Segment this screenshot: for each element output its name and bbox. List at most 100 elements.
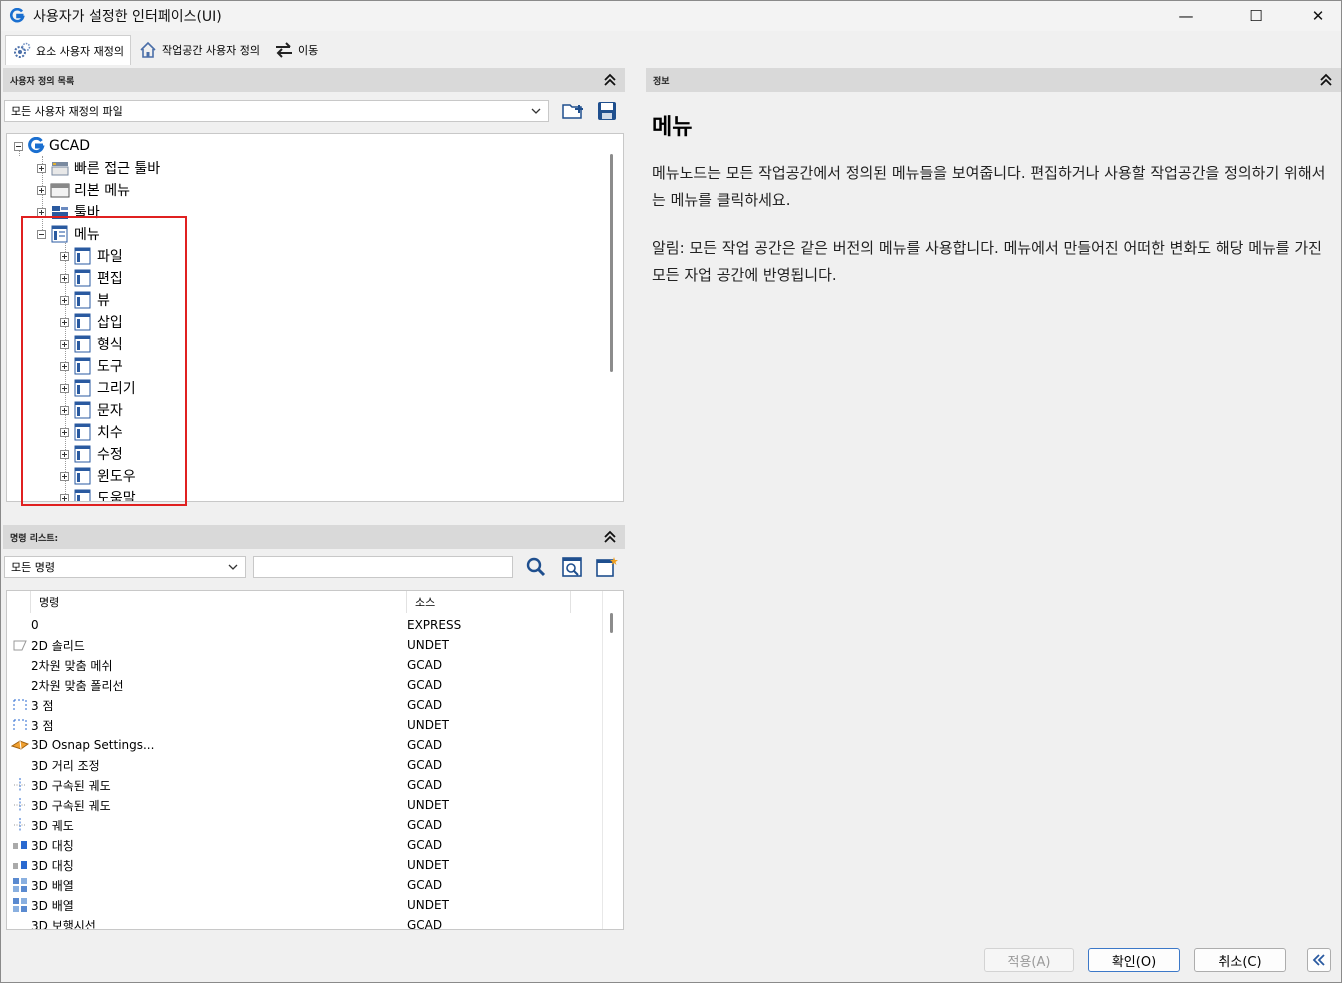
- command-row[interactable]: 3 점 GCAD: [7, 695, 603, 715]
- tree-node-menu-help[interactable]: 도움말: [60, 487, 136, 501]
- collapse-toggle[interactable]: [14, 141, 23, 151]
- collapse-panel-button[interactable]: [1307, 948, 1331, 972]
- info-notice: 알림: 모든 작업 공간은 같은 버전의 메뉴를 사용합니다. 메뉴에서 만들어…: [652, 239, 1322, 284]
- menu-item-icon: [74, 401, 91, 419]
- tree-node-menu-modify[interactable]: 수정: [60, 443, 123, 465]
- expand-toggle[interactable]: [60, 405, 69, 415]
- expand-toggle[interactable]: [37, 207, 46, 217]
- find-in-window-icon: [562, 557, 582, 577]
- save-file-button[interactable]: [594, 98, 620, 124]
- command-row[interactable]: 3D 대칭 GCAD: [7, 835, 603, 855]
- orbit-icon: [9, 797, 31, 813]
- command-row[interactable]: 3D 구속된 궤도 GCAD: [7, 775, 603, 795]
- collapse-up-icon[interactable]: [601, 71, 619, 89]
- command-filter-select[interactable]: 모든 명령: [4, 556, 246, 578]
- collapse-up-icon[interactable]: [1317, 71, 1335, 89]
- expand-toggle[interactable]: [60, 449, 69, 459]
- window-title: 사용자가 설정한 인터페이스(UI): [33, 9, 222, 25]
- tree-node-menu-view[interactable]: 뷰: [60, 289, 110, 311]
- expand-toggle[interactable]: [60, 493, 69, 501]
- command-row[interactable]: 3D 배열 GCAD: [7, 875, 603, 895]
- command-list-scrollbar[interactable]: [610, 613, 613, 633]
- column-header-name[interactable]: 명령: [31, 591, 407, 613]
- tree-node-menu-draw[interactable]: 그리기: [60, 377, 136, 399]
- tree-node-quick-access-toolbar[interactable]: 빠른 접근 툴바: [37, 157, 160, 179]
- cancel-button[interactable]: 취소(C): [1194, 948, 1286, 972]
- tree-node-toolbar[interactable]: 툴바: [37, 201, 100, 223]
- tree-node-root[interactable]: GCAD: [14, 135, 90, 157]
- tree-node-menu-insert[interactable]: 삽입: [60, 311, 123, 333]
- tree-node-menu-file[interactable]: 파일: [60, 245, 123, 267]
- customize-ui-window: 사용자가 설정한 인터페이스(UI) — ☐ ✕ 요소 사용자 재정의 작업공간…: [0, 0, 1342, 983]
- gcad-logo-icon: [10, 8, 25, 23]
- expand-toggle[interactable]: [60, 361, 69, 371]
- command-row[interactable]: 3D 궤도 GCAD: [7, 815, 603, 835]
- menu-icon: [51, 225, 68, 243]
- array-3d-icon: [9, 897, 31, 913]
- apply-button[interactable]: 적용(A): [984, 948, 1074, 972]
- menu-item-icon: [74, 247, 91, 265]
- tree-node-menu-text[interactable]: 문자: [60, 399, 123, 421]
- expand-toggle[interactable]: [60, 339, 69, 349]
- command-row[interactable]: 3D Osnap Settings... GCAD: [7, 735, 603, 755]
- open-folder-icon: [562, 104, 583, 119]
- command-row[interactable]: 3D 배열 UNDET: [7, 895, 603, 915]
- expand-toggle[interactable]: [60, 317, 69, 327]
- toolbar-icon: [52, 206, 68, 219]
- command-row[interactable]: 0 EXPRESS: [7, 615, 603, 635]
- expand-toggle[interactable]: [60, 471, 69, 481]
- tree-node-menu-dimension[interactable]: 치수: [60, 421, 123, 443]
- menu-item-icon: [74, 445, 91, 463]
- ok-button[interactable]: 확인(O): [1088, 948, 1180, 972]
- command-row[interactable]: 2차원 맞춤 폴리선 GCAD: [7, 675, 603, 695]
- expand-toggle[interactable]: [60, 427, 69, 437]
- info-header: 정보: [646, 68, 1341, 92]
- tab-customize-workspace[interactable]: 작업공간 사용자 정의: [131, 35, 267, 65]
- close-button[interactable]: ✕: [1295, 1, 1341, 31]
- tree-node-menu-tools[interactable]: 도구: [60, 355, 123, 377]
- tab-label: 요소 사용자 재정의: [36, 44, 124, 58]
- minimize-button[interactable]: —: [1163, 1, 1209, 31]
- expand-toggle[interactable]: [60, 383, 69, 393]
- find-command-button[interactable]: [559, 554, 585, 580]
- home-icon: [138, 40, 158, 60]
- ribbon-icon: [50, 183, 70, 198]
- command-row[interactable]: 2차원 맞춤 메쉬 GCAD: [7, 655, 603, 675]
- maximize-button[interactable]: ☐: [1233, 1, 1279, 31]
- menu-item-icon: [74, 379, 91, 397]
- tab-transfer[interactable]: 이동: [267, 35, 325, 65]
- open-file-button[interactable]: [560, 98, 586, 124]
- customization-file-select[interactable]: 모든 사용자 재정의 파일: [4, 100, 549, 122]
- tab-customize-elements[interactable]: 요소 사용자 재정의: [5, 35, 131, 65]
- expand-toggle[interactable]: [60, 295, 69, 305]
- expand-toggle[interactable]: [60, 273, 69, 283]
- orbit-icon: [9, 777, 31, 793]
- command-row[interactable]: 3 점 UNDET: [7, 715, 603, 735]
- tree-node-menu-window[interactable]: 윈도우: [60, 465, 136, 487]
- command-search-input[interactable]: [253, 556, 513, 578]
- menu-item-icon: [74, 357, 91, 375]
- expand-toggle[interactable]: [37, 185, 46, 195]
- command-row[interactable]: 3D 보행시선 GCAD: [7, 915, 603, 929]
- orbit-icon: [9, 817, 31, 833]
- tree-node-menu-format[interactable]: 형식: [60, 333, 123, 355]
- mirror-3d-icon: [9, 837, 31, 853]
- collapse-toggle[interactable]: [37, 229, 46, 239]
- tree-node-menu-edit[interactable]: 편집: [60, 267, 123, 289]
- command-row[interactable]: 3D 구속된 궤도 UNDET: [7, 795, 603, 815]
- tree-scrollbar[interactable]: [610, 154, 613, 372]
- expand-toggle[interactable]: [60, 251, 69, 261]
- command-row[interactable]: 3D 거리 조정 GCAD: [7, 755, 603, 775]
- transfer-arrows-icon: [274, 40, 294, 60]
- solid-2d-icon: [9, 637, 31, 653]
- command-row[interactable]: 3D 대칭 UNDET: [7, 855, 603, 875]
- tree-node-menu[interactable]: 메뉴: [37, 223, 100, 245]
- menu-item-icon: [74, 313, 91, 331]
- column-header-source[interactable]: 소스: [407, 591, 571, 613]
- new-command-button[interactable]: [594, 554, 620, 580]
- search-button[interactable]: [523, 554, 549, 580]
- expand-toggle[interactable]: [37, 163, 46, 173]
- command-row[interactable]: 2D 솔리드 UNDET: [7, 635, 603, 655]
- tree-node-ribbon[interactable]: 리본 메뉴: [37, 179, 130, 201]
- collapse-up-icon[interactable]: [601, 528, 619, 546]
